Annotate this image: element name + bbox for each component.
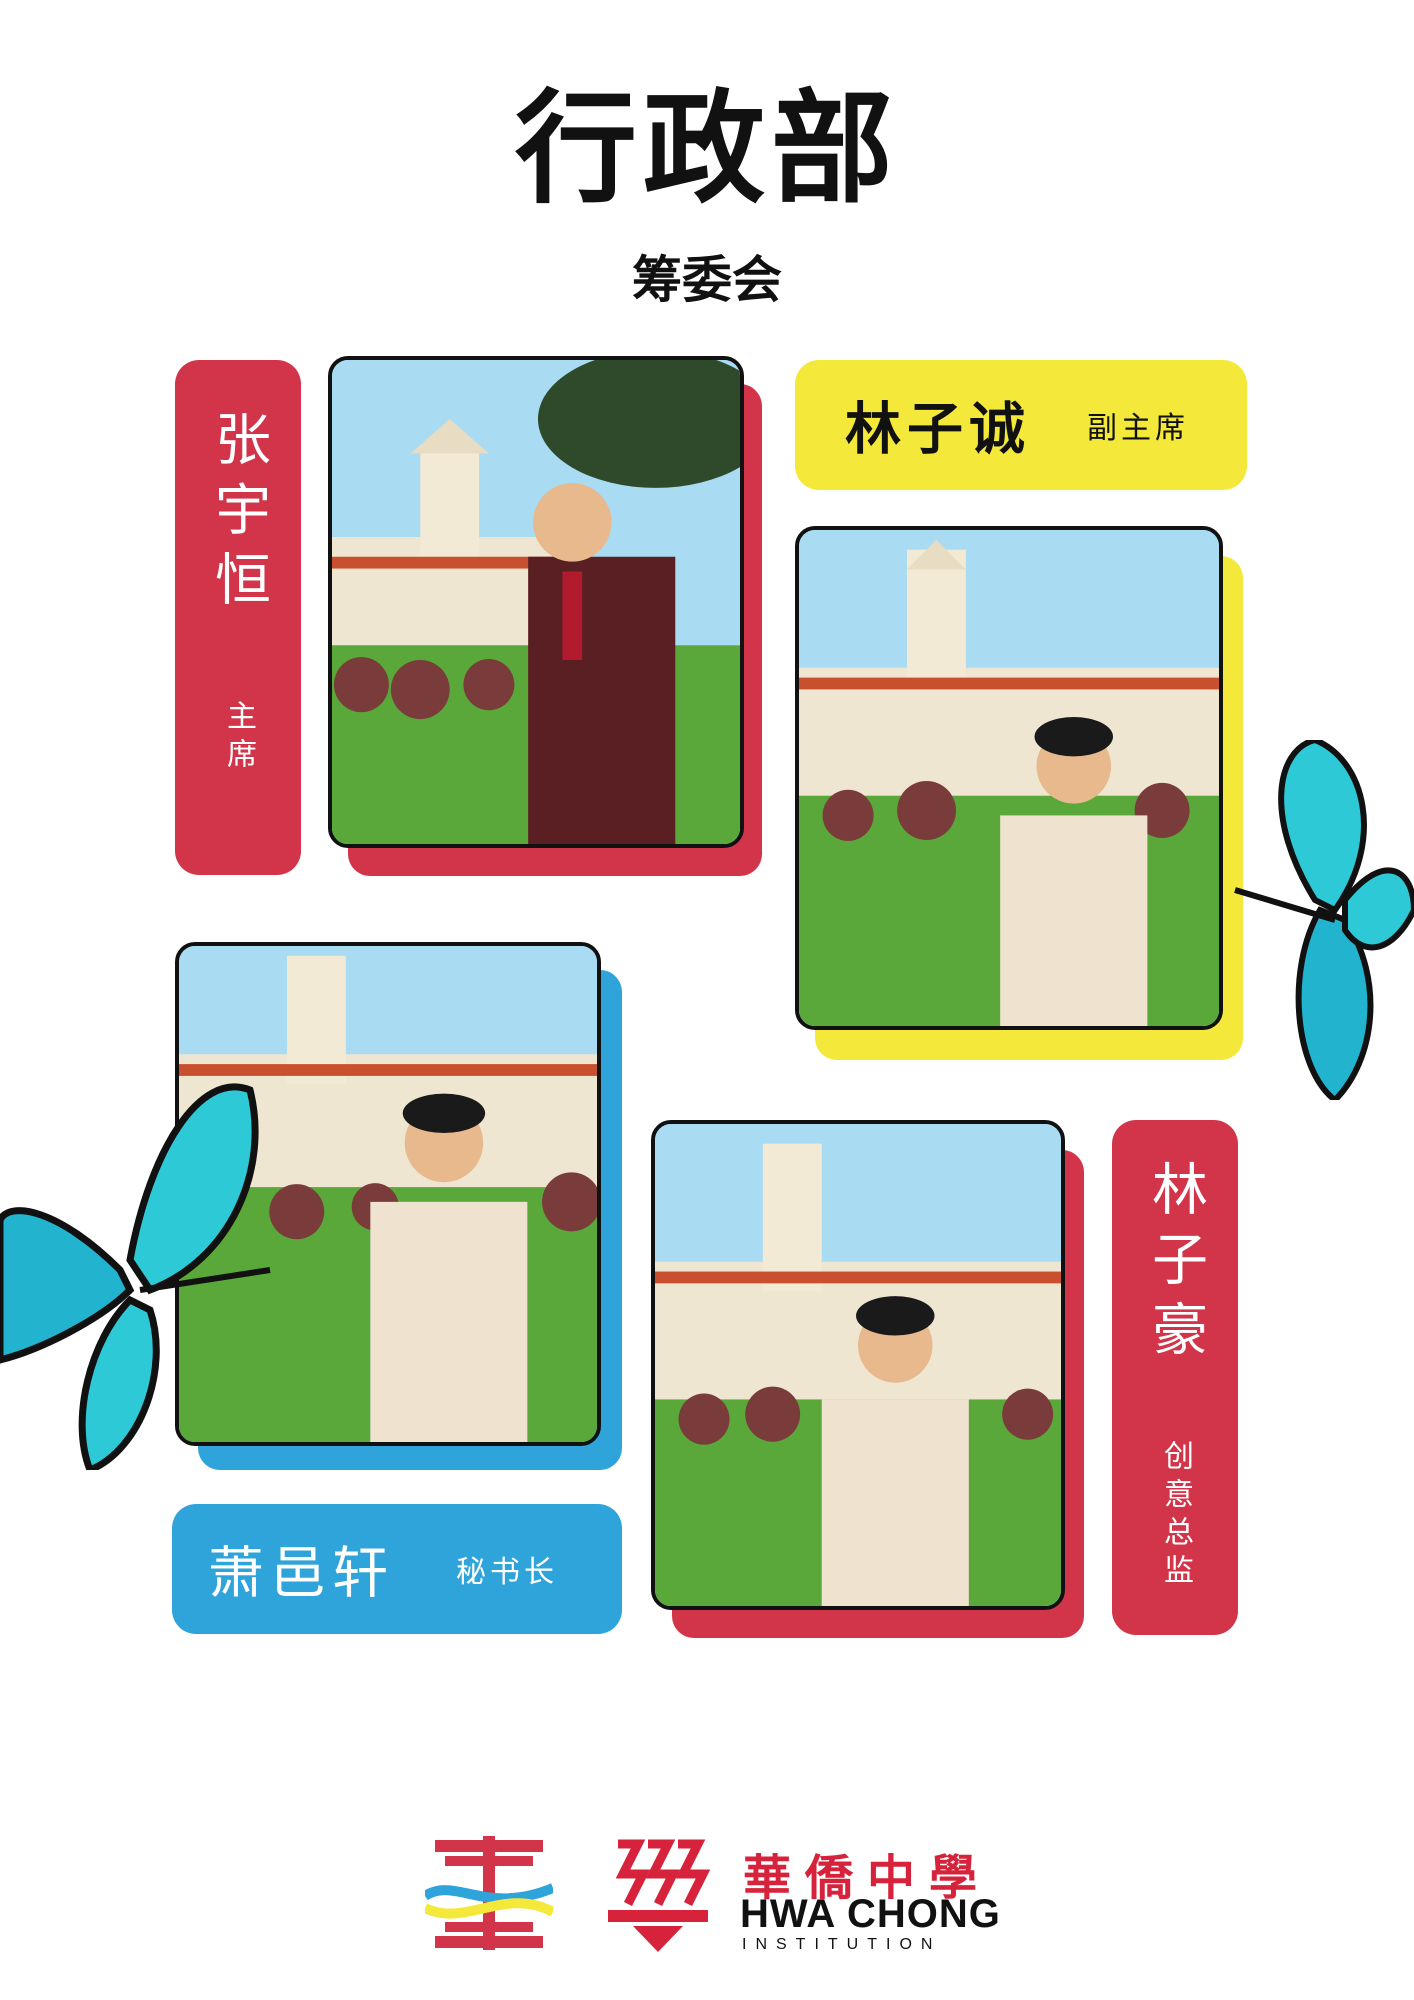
member-role: 副主席 [1087,411,1189,446]
page-subtitle: 筹委会 [632,250,782,309]
event-logo [422,1836,556,1950]
member-card-vice-chairman: 林子诚 副主席 [795,360,1247,490]
hci-logo-icon [608,1839,711,1952]
event-logo-icon [422,1836,556,1950]
member-card-chairman: 张宇恒 主席 [175,360,301,875]
school-name-english-sub: INSTITUTION [742,1936,942,1953]
school-name-english: HWA CHONG [740,1892,1001,1936]
page-title: 行政部 [515,76,899,220]
butterfly-icon [1234,736,1414,1104]
member-role: 主席 [221,700,256,776]
member-role: 创意总监 [1158,1440,1193,1592]
hci-logo [603,1834,713,1952]
butterfly-left-decoration [0,1030,280,1475]
butterfly-icon [0,1083,271,1475]
member-role: 秘书长 [456,1555,558,1590]
member-name: 萧邑轩 [208,1541,394,1607]
butterfly-right-decoration [1225,736,1414,1104]
member-photo-chairman [328,356,744,848]
member-name: 林子诚 [845,396,1031,463]
member-photo-creative-director [651,1120,1065,1610]
member-photo-vice-chairman [795,526,1223,1030]
member-card-creative-director: 林子豪 创意总监 [1112,1120,1238,1635]
member-card-secretary: 萧邑轩 秘书长 [172,1504,622,1634]
member-name: 林子豪 [1142,1160,1208,1370]
member-name: 张宇恒 [205,410,271,620]
